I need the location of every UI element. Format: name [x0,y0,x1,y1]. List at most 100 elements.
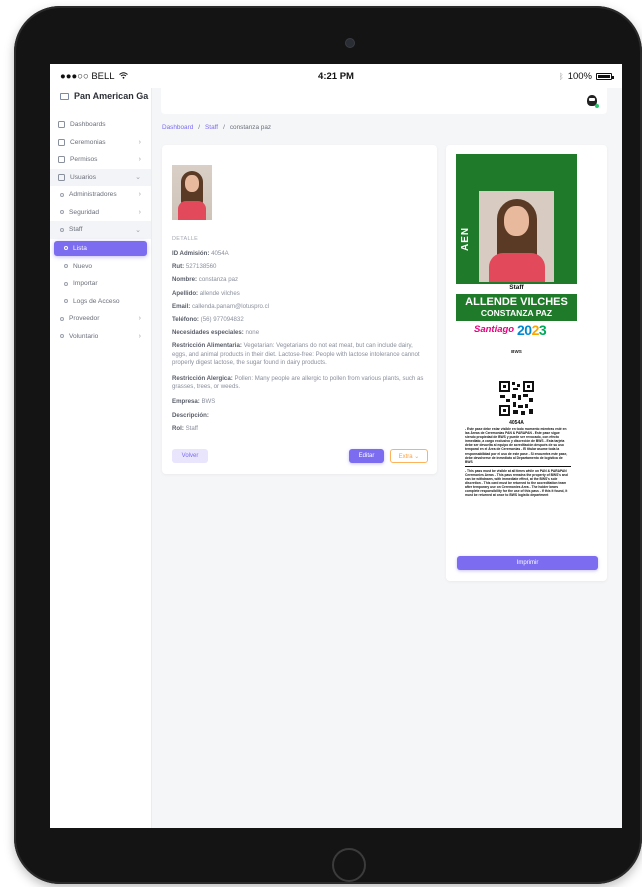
brand-name: Pan American Ga [74,91,149,101]
sidebar-item-ceremonias[interactable]: Ceremonias › [50,134,151,152]
sidebar-item-label: Lista [73,244,87,252]
sidebar-item-dashboards[interactable]: Dashboards [50,116,151,134]
sidebar-item-label: Logs de Acceso [73,297,120,305]
status-bar: ●●●○○ BELL 4:21 PM ᛒ 100% [50,64,622,88]
field-value: 527138560 [185,263,217,271]
circle-icon [64,264,68,269]
field-label: ID Admisión: [172,250,210,257]
chevron-down-icon: ⌄ [135,174,141,182]
sidebar-item-voluntario[interactable]: Voluntario › [50,328,151,346]
status-right: ᛒ 100% [558,70,614,82]
users-icon [58,173,65,181]
photo-shirt [489,253,545,282]
chevron-right-icon: › [138,208,141,216]
logo-year: 2023 [517,322,547,338]
field-necesidades: Necesidades especiales: none [172,329,428,337]
field-email: Email: callenda.panam@lotuspro.cl [172,303,428,311]
field-label: Rut: [172,263,185,271]
sidebar-item-logs[interactable]: Logs de Acceso [50,293,151,311]
field-restriccion-alimentaria: Restricción Alimentaria: Vegetarian: Veg… [172,342,428,367]
screen: ●●●○○ BELL 4:21 PM ᛒ 100% Pan American G… [50,64,622,828]
field-telefono: Teléfono: (56) 977094832 [172,316,428,324]
top-navbar [161,88,607,114]
print-button[interactable]: Imprimir [457,556,598,570]
field-value: 4054A [211,250,229,257]
breadcrumb-dashboard[interactable]: Dashboard [162,124,193,131]
field-label: Necesidades especiales: [172,329,244,337]
chevron-right-icon: › [138,191,141,199]
logo-word: Santiago [474,324,515,335]
chevron-right-icon: › [138,332,141,340]
sidebar-item-permisos[interactable]: Permisos › [50,151,151,169]
ceremony-icon [58,138,65,146]
avatar[interactable] [585,92,599,108]
field-value: constanza paz [198,276,239,284]
home-icon [58,121,65,129]
badge-rules-en: - This pass must be visible at all times… [465,468,568,498]
badge-rules-es: - Este pase debe estar visible en todo m… [465,427,568,464]
extra-dropdown-button[interactable]: Extra ⌄ [390,449,428,463]
battery-percent: 100% [567,70,592,82]
sidebar-item-label: Proveedor [69,315,100,323]
field-rol: Rol: Staff [172,425,428,433]
badge-first-name: CONSTANZA PAZ [480,308,553,318]
field-rut: Rut: 527138560 [172,263,428,271]
logo-icon [60,92,69,100]
circle-icon [60,316,64,321]
home-button[interactable] [332,848,366,882]
back-button[interactable]: Volver [172,449,208,463]
circle-icon [64,246,68,250]
field-value: allende vilches [199,289,240,297]
sidebar-item-label: Usuarios [70,173,97,181]
sidebar-item-label: Dashboards [70,121,106,129]
santiago-2023-logo: Santiago 2023 [474,322,564,343]
logo-year-part: 20 [517,322,532,338]
field-descripcion: Descripción: [172,412,428,420]
sidebar-item-label: Voluntario [69,332,99,340]
badge-id: 4054A [509,420,524,426]
divider [465,465,571,467]
field-label: Empresa: [172,398,200,406]
sidebar-item-label: Permisos [70,156,98,164]
breadcrumb-staff[interactable]: Staff [205,124,218,131]
circle-icon [60,210,64,215]
field-label: Restricción Alergica: [172,374,233,382]
sidebar-item-nuevo[interactable]: Nuevo [50,258,151,276]
field-value: callenda.panam@lotuspro.cl [192,302,269,310]
avatar-glasses [589,98,595,101]
field-label: Restricción Alimentaria: [172,342,242,350]
circle-icon [64,299,68,304]
sidebar-item-label: Ceremonias [70,138,106,146]
wifi-icon [118,71,128,82]
edit-button[interactable]: Editar [349,449,384,463]
field-value: Staff [185,424,198,432]
qr-code-icon [498,380,535,417]
photo-shirt [178,201,206,220]
breadcrumb-separator: / [198,124,201,131]
bluetooth-icon: ᛒ [558,71,564,81]
status-time: 4:21 PM [318,70,354,82]
permission-icon [58,156,65,164]
badge-role: Staff [509,284,524,291]
sidebar-item-seguridad[interactable]: Seguridad › [50,204,151,222]
photo-face [185,175,199,192]
chevron-right-icon: › [138,315,141,323]
user-photo [172,165,212,220]
field-apellido: Apellido: allende vilches [172,290,428,298]
online-status-icon [595,104,599,108]
sidebar-item-administradores[interactable]: Administradores › [50,186,151,204]
field-label: Teléfono: [172,316,199,324]
breadcrumb: Dashboard / Staff / constanza paz [162,124,271,131]
sidebar-item-lista[interactable]: Lista [54,240,147,256]
circle-icon [60,227,64,232]
sidebar-item-proveedor[interactable]: Proveedor › [50,310,151,328]
battery-icon [596,72,614,80]
sidebar-item-label: Nuevo [73,262,93,270]
sidebar-item-label: Seguridad [69,208,100,216]
sidebar: Pan American Ga Dashboards Ceremonias › … [50,88,152,828]
sidebar-item-importar[interactable]: Importar [50,275,151,293]
sidebar-item-usuarios[interactable]: Usuarios ⌄ [50,168,151,186]
sidebar-item-label: Importar [73,280,98,288]
chevron-down-icon: ⌄ [135,226,141,234]
sidebar-item-staff[interactable]: Staff ⌄ [50,221,151,239]
